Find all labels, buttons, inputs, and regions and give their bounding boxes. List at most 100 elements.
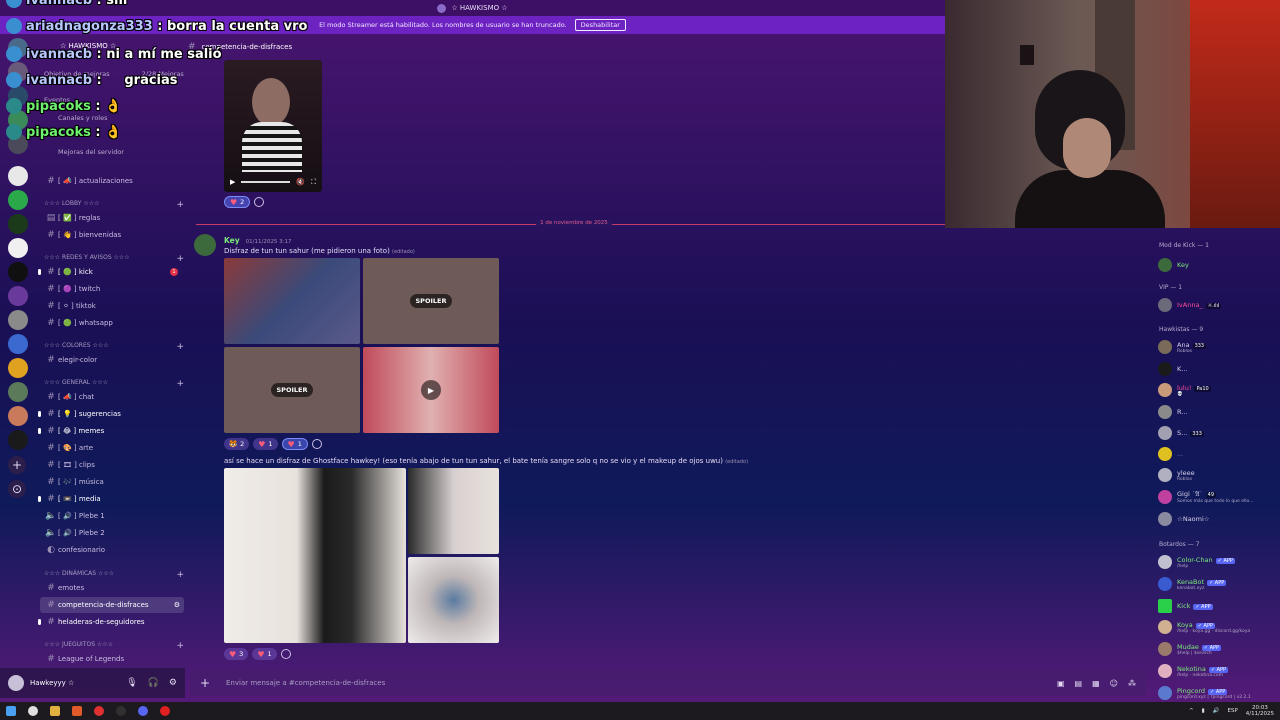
server-icon[interactable] — [8, 358, 28, 378]
member-item[interactable]: Ana 333 Roblox — [1158, 338, 1278, 356]
gif-icon[interactable]: ▤ — [1075, 679, 1083, 688]
video-attachment[interactable]: ▶ 🔇 ⛶ — [224, 60, 322, 192]
member-item[interactable]: lulu! Pa10 💀 — [1158, 381, 1278, 399]
add-channel-icon[interactable]: + — [176, 254, 184, 264]
avatar[interactable] — [8, 675, 24, 691]
category-redes[interactable]: ☆☆☆ REDES Y AVISOS ☆☆☆ + — [44, 254, 184, 264]
sticker-icon[interactable]: ▦ — [1092, 679, 1100, 688]
member-item[interactable]: Key — [1158, 256, 1278, 274]
member-item[interactable]: Nekotina ✓ APP/help · nekotina.com — [1158, 662, 1278, 680]
nav-channels-roles[interactable]: Canales y roles — [58, 114, 108, 122]
add-channel-icon[interactable]: + — [176, 342, 184, 352]
voice-channel-plebe-1[interactable]: 🔈[ 🔊 ] Plebe 1 — [44, 508, 184, 524]
mute-icon[interactable]: 🔇 — [296, 178, 305, 186]
channel-actualizaciones[interactable]: #[ 📣 ] actualizaciones — [44, 173, 184, 189]
avatar[interactable] — [194, 234, 216, 256]
channel-sugerencias[interactable]: #[ 💡 ] sugerencias — [38, 406, 184, 422]
video-attachment[interactable]: ▶ — [363, 347, 499, 433]
channel-tiktok[interactable]: #[ ⚪ ] tiktok — [44, 298, 184, 314]
server-name[interactable]: ☆ HAWKISMO ☆ — [36, 38, 186, 54]
emoji-icon[interactable]: ☺ — [1110, 679, 1118, 688]
image-attachment[interactable] — [224, 258, 360, 344]
channel-clips[interactable]: #[ 🎞 ] clips — [44, 457, 184, 473]
add-reaction-icon[interactable] — [280, 649, 291, 659]
category-dinamicas[interactable]: ☆☆☆ DINÁMICAS ☆☆☆ + — [44, 570, 184, 580]
server-icon[interactable] — [8, 382, 28, 402]
reaction-button[interactable]: ♥ 1 — [252, 648, 277, 660]
add-channel-icon[interactable]: + — [176, 200, 184, 210]
member-item[interactable]: R... — [1158, 403, 1278, 421]
disable-streamer-mode-button[interactable]: Deshabilitar — [574, 19, 626, 31]
server-icon[interactable] — [8, 190, 28, 210]
nav-server-boosts[interactable]: Mejoras del servidor — [58, 148, 124, 156]
nav-events[interactable]: Eventos — [44, 96, 70, 104]
apps-icon[interactable]: ⁂ — [1128, 679, 1136, 688]
server-icon[interactable] — [8, 406, 28, 426]
member-item[interactable]: KenaBot ✓ APP kenabot.xyz — [1158, 575, 1278, 593]
add-reaction-icon[interactable] — [254, 197, 265, 207]
channel-competencia-de-disfraces[interactable]: # competencia-de-disfraces ⚙ — [40, 597, 184, 613]
opera-icon[interactable] — [94, 706, 104, 716]
windows-start-icon[interactable] — [6, 706, 16, 716]
volume-icon[interactable]: 🔊 — [1213, 708, 1220, 714]
member-item[interactable]: S... 333 — [1158, 424, 1278, 442]
play-icon[interactable]: ▶ — [421, 380, 441, 400]
gift-icon[interactable]: ▣ — [1057, 679, 1065, 688]
member-item[interactable]: Koya ✓ APP/help · koya.gg · discord.gg/ko… — [1158, 618, 1278, 636]
channel-reglas[interactable]: ▤[ ✅ ] reglas — [44, 210, 184, 226]
add-channel-icon[interactable]: + — [176, 641, 184, 651]
reaction-button[interactable]: ♥ 2 — [224, 196, 251, 208]
channel-bienvenidas[interactable]: #[ 👋 ] bienvenidas — [44, 227, 184, 243]
member-item[interactable]: Gigi ˙𝔄˙ 49 Somos más que todo lo que ello… — [1158, 488, 1278, 506]
server-icon[interactable] — [8, 310, 28, 330]
discover-servers-icon[interactable]: ⊙ — [8, 480, 26, 498]
channel-emotes[interactable]: # emotes — [44, 580, 184, 596]
video-progress[interactable] — [241, 181, 291, 183]
add-server-icon[interactable]: + — [8, 456, 26, 474]
member-item[interactable]: K... — [1158, 360, 1278, 378]
channel-elegir-color[interactable]: # elegir-color — [44, 352, 184, 368]
server-icon[interactable] — [8, 286, 28, 306]
category-jueguitos[interactable]: ☆☆☆ JUEGUITOS ☆☆☆ + — [44, 641, 184, 651]
server-icon[interactable] — [8, 166, 28, 186]
channel-twitch[interactable]: #[ 🟣 ] twitch — [44, 281, 184, 297]
server-icon[interactable] — [8, 334, 28, 354]
attach-plus-icon[interactable]: + — [200, 676, 218, 690]
category-general[interactable]: ☆☆☆ GENERAL ☆☆☆ + — [44, 379, 184, 389]
channel-chat[interactable]: #[ 📣 ] chat — [44, 389, 184, 405]
channel-musica[interactable]: #[ 🎶 ] música — [44, 474, 184, 490]
add-reaction-icon[interactable] — [311, 439, 322, 449]
member-item[interactable]: Pingcord ✓ APP pingcord.xyz | ?pingcord | … — [1158, 684, 1278, 702]
youtube-icon[interactable] — [160, 706, 170, 716]
gear-icon[interactable]: ⚙ — [169, 678, 177, 688]
channel-heladeras-de-seguidores[interactable]: # heladeras-de-seguidores — [38, 614, 184, 630]
microphone-icon[interactable]: 🎙 — [126, 678, 137, 688]
channel-kick[interactable]: #[ 🟢 ] kick 1 — [38, 264, 184, 280]
message-composer[interactable]: + Enviar mensaje a #competencia-de-disfr… — [190, 670, 1146, 696]
reaction-button[interactable]: 🐯 2 — [224, 438, 250, 450]
chevron-up-icon[interactable]: ^ — [1189, 708, 1194, 714]
channel-media[interactable]: #[ 📼 ] media — [38, 491, 184, 507]
category-colores[interactable]: ☆☆☆ COLORES ☆☆☆ + — [44, 342, 184, 352]
clock[interactable]: 20:03 4/11/2025 — [1246, 705, 1274, 717]
search-icon[interactable] — [28, 706, 38, 716]
member-item[interactable]: IvAnna_ ☼.ılıl — [1158, 296, 1278, 314]
voice-channel-plebe-2[interactable]: 🔈[ 🔊 ] Plebe 2 — [44, 525, 184, 541]
server-icon[interactable] — [8, 214, 28, 234]
obs-icon[interactable] — [116, 706, 126, 716]
spoiler-attachment[interactable]: SPOILER — [363, 258, 499, 344]
server-icon[interactable] — [8, 430, 28, 450]
brave-browser-icon[interactable] — [72, 706, 82, 716]
member-item[interactable]: ... — [1158, 445, 1278, 463]
network-icon[interactable]: ▮ — [1202, 708, 1205, 714]
headphones-icon[interactable]: 🎧 — [148, 678, 159, 688]
channel-confesionario[interactable]: ◐ confesionario — [44, 542, 184, 558]
channel-memes[interactable]: #[ 😂 ] memes — [38, 423, 184, 439]
input-language[interactable]: ESP — [1228, 708, 1238, 714]
add-channel-icon[interactable]: + — [176, 570, 184, 580]
reaction-button[interactable]: ♥ 3 — [224, 648, 249, 660]
channel-league-of-legends[interactable]: # League of Legends — [44, 651, 184, 667]
reaction-button[interactable]: ♥ 1 — [253, 438, 278, 450]
image-attachment[interactable] — [408, 468, 499, 554]
member-item[interactable]: Color-Chan ✓ APP/help — [1158, 553, 1278, 571]
